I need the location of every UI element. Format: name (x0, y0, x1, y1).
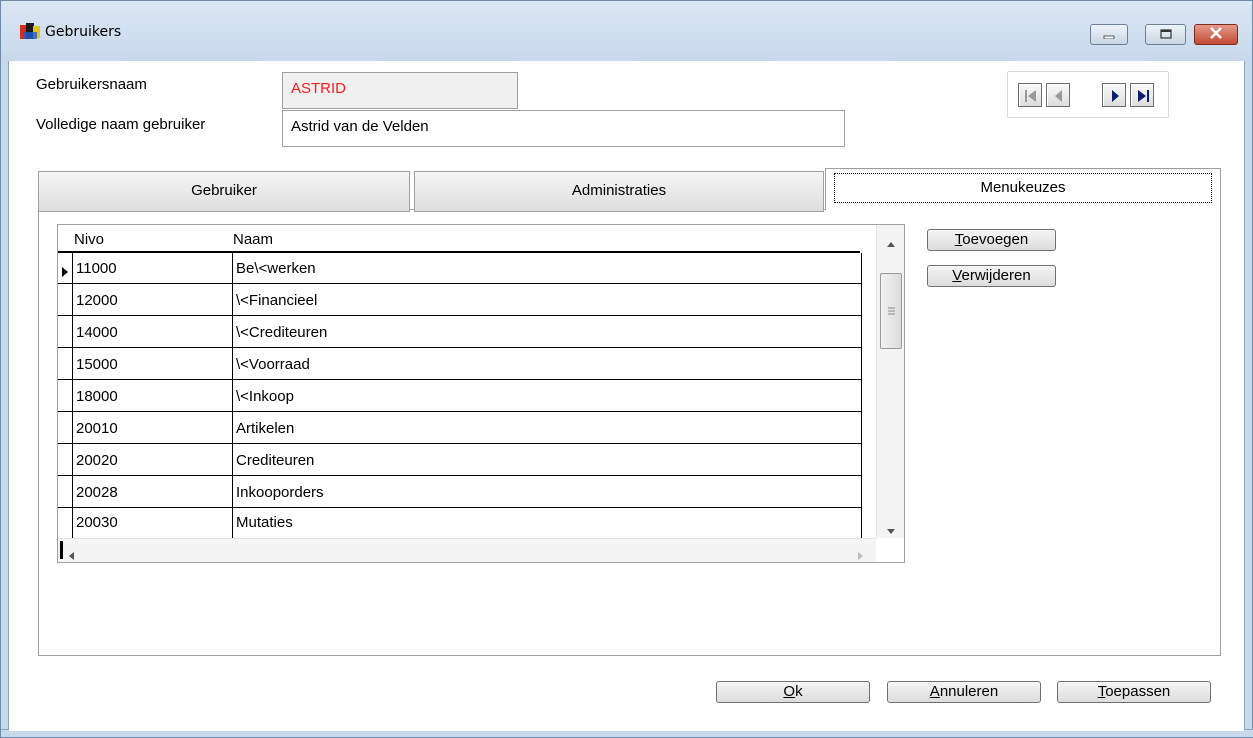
table-row[interactable]: 20028 Inkooporders (58, 477, 862, 508)
apply-button[interactable]: Toepassen (1057, 681, 1211, 703)
scroll-left-icon[interactable] (69, 547, 74, 562)
ok-button-label: k (795, 683, 803, 700)
horizontal-scrollbar[interactable] (58, 538, 876, 562)
maximize-button[interactable] (1145, 24, 1186, 45)
close-icon (1209, 26, 1223, 43)
table-row[interactable]: 18000 \<Inkoop (58, 381, 862, 412)
scroll-thumb[interactable] (880, 273, 902, 349)
cell-naam: \<Inkoop (236, 388, 294, 405)
apply-button-label: oepassen (1105, 683, 1171, 700)
record-navigator (1007, 71, 1169, 118)
table-row[interactable]: 20020 Crediteuren (58, 445, 862, 476)
first-record-button[interactable] (1018, 83, 1042, 107)
window-frame-left (1, 61, 9, 731)
ok-button-accesskey: O (783, 683, 796, 700)
cell-nivo: 20030 (76, 514, 118, 531)
cell-naam: Crediteuren (236, 452, 315, 469)
cancel-button[interactable]: Annuleren (887, 681, 1041, 703)
table-row[interactable]: 20030 Mutaties (58, 509, 862, 538)
cell-naam: Be\<werken (236, 260, 316, 277)
username-label: Gebruikersnaam (36, 76, 147, 93)
add-button[interactable]: Toevoegen (927, 229, 1056, 251)
cell-nivo: 15000 (76, 356, 118, 373)
table-row[interactable]: 11000 Be\<werken (58, 253, 862, 284)
scroll-right-icon[interactable] (858, 547, 863, 562)
column-header-nivo[interactable]: Nivo (74, 231, 104, 248)
cell-naam: \<Crediteuren (236, 324, 328, 341)
menu-grid[interactable]: Nivo Naam 11000 Be\<werken 12000 \<Finan… (57, 224, 905, 563)
table-row[interactable]: 14000 \<Crediteuren (58, 317, 862, 348)
current-row-icon (62, 264, 68, 281)
scroll-up-icon[interactable] (887, 234, 895, 251)
cancel-button-accesskey: A (929, 683, 940, 700)
remove-button-label: erwijderen (961, 267, 1031, 284)
close-button[interactable] (1194, 24, 1238, 45)
username-field[interactable]: ASTRID (282, 72, 518, 109)
minimize-icon (1103, 26, 1115, 43)
titlebar[interactable]: Gebruikers (1, 1, 1252, 61)
scroll-down-icon[interactable] (887, 521, 895, 538)
gebruikers-window: Gebruikers Gebruikersnaam ASTRID Volledi… (0, 0, 1253, 738)
previous-record-button[interactable] (1046, 83, 1070, 107)
cell-naam: \<Financieel (236, 292, 318, 309)
row-marker (60, 541, 63, 559)
cell-naam: \<Voorraad (236, 356, 310, 373)
cell-nivo: 20028 (76, 484, 118, 501)
vertical-scrollbar[interactable] (876, 225, 904, 538)
window-frame-right (1244, 61, 1252, 731)
remove-button[interactable]: Verwijderen (927, 265, 1056, 287)
minimize-button[interactable] (1090, 24, 1128, 45)
cell-nivo: 14000 (76, 324, 118, 341)
cell-nivo: 11000 (76, 260, 117, 277)
ok-button[interactable]: Ok (716, 681, 870, 703)
tab-gebruiker[interactable]: Gebruiker (38, 171, 410, 212)
app-icon (20, 23, 40, 41)
window-title: Gebruikers (45, 24, 122, 40)
last-record-button[interactable] (1130, 83, 1154, 107)
cell-nivo: 12000 (76, 292, 118, 309)
table-row[interactable]: 12000 \<Financieel (58, 285, 862, 316)
grid-header: Nivo Naam (58, 225, 860, 253)
table-row[interactable]: 15000 \<Voorraad (58, 349, 862, 380)
fullname-field[interactable]: Astrid van de Velden (282, 110, 845, 147)
tab-administraties[interactable]: Administraties (414, 171, 824, 212)
cancel-button-label: nnuleren (939, 683, 999, 700)
cell-naam: Inkooporders (236, 484, 324, 501)
fullname-label: Volledige naam gebruiker (36, 116, 206, 133)
add-button-label: oevoegen (962, 231, 1029, 248)
table-row[interactable]: 20010 Artikelen (58, 413, 862, 444)
cell-nivo: 20010 (76, 420, 118, 437)
tab-menukeuzes-label: Menukeuzes (834, 173, 1212, 203)
maximize-icon (1159, 26, 1172, 43)
cell-nivo: 18000 (76, 388, 118, 405)
tab-menukeuzes[interactable]: Menukeuzes (825, 168, 1221, 210)
cell-naam: Artikelen (236, 420, 295, 437)
cell-naam: Mutaties (236, 514, 293, 531)
column-header-naam[interactable]: Naam (233, 231, 273, 248)
next-record-button[interactable] (1102, 83, 1126, 107)
cell-nivo: 20020 (76, 452, 118, 469)
